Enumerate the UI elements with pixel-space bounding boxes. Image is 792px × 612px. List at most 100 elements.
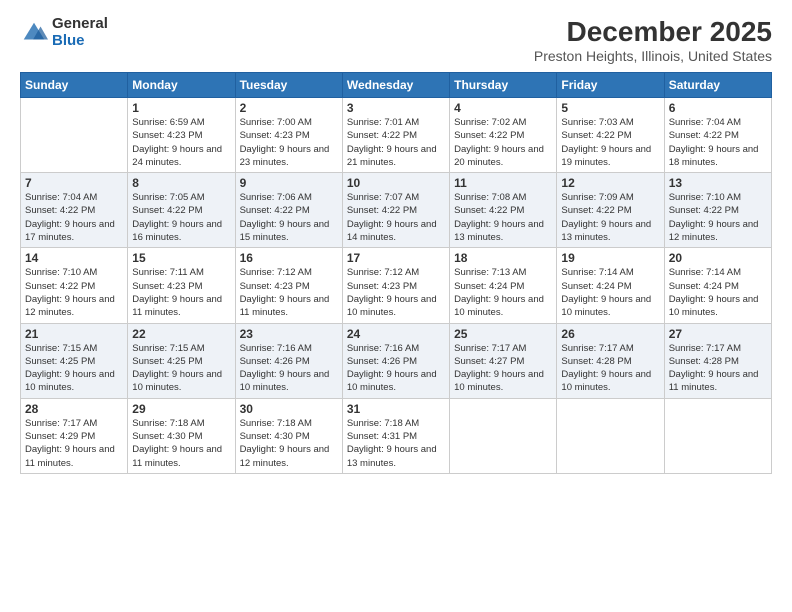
day-number: 26 (561, 327, 659, 341)
col-tuesday: Tuesday (235, 73, 342, 98)
header: General Blue December 2025 Preston Heigh… (20, 16, 772, 64)
table-row: 3Sunrise: 7:01 AMSunset: 4:22 PMDaylight… (342, 98, 449, 173)
col-monday: Monday (128, 73, 235, 98)
day-number: 27 (669, 327, 767, 341)
table-row: 13Sunrise: 7:10 AMSunset: 4:22 PMDayligh… (664, 173, 771, 248)
day-info: Sunrise: 7:18 AMSunset: 4:30 PMDaylight:… (132, 417, 230, 470)
day-number: 14 (25, 251, 123, 265)
day-number: 30 (240, 402, 338, 416)
table-row: 12Sunrise: 7:09 AMSunset: 4:22 PMDayligh… (557, 173, 664, 248)
day-info: Sunrise: 7:12 AMSunset: 4:23 PMDaylight:… (240, 266, 338, 319)
day-info: Sunrise: 7:04 AMSunset: 4:22 PMDaylight:… (25, 191, 123, 244)
logo: General Blue (20, 16, 108, 49)
table-row: 10Sunrise: 7:07 AMSunset: 4:22 PMDayligh… (342, 173, 449, 248)
day-number: 29 (132, 402, 230, 416)
day-number: 12 (561, 176, 659, 190)
table-row: 9Sunrise: 7:06 AMSunset: 4:22 PMDaylight… (235, 173, 342, 248)
table-row: 31Sunrise: 7:18 AMSunset: 4:31 PMDayligh… (342, 398, 449, 473)
day-number: 20 (669, 251, 767, 265)
month-title: December 2025 (534, 16, 772, 48)
table-row: 19Sunrise: 7:14 AMSunset: 4:24 PMDayligh… (557, 248, 664, 323)
table-row (557, 398, 664, 473)
calendar-header-row: Sunday Monday Tuesday Wednesday Thursday… (21, 73, 772, 98)
logo-blue-text: Blue (52, 33, 108, 50)
calendar-week-row: 7Sunrise: 7:04 AMSunset: 4:22 PMDaylight… (21, 173, 772, 248)
table-row: 22Sunrise: 7:15 AMSunset: 4:25 PMDayligh… (128, 323, 235, 398)
col-thursday: Thursday (450, 73, 557, 98)
day-info: Sunrise: 7:18 AMSunset: 4:30 PMDaylight:… (240, 417, 338, 470)
table-row (664, 398, 771, 473)
col-friday: Friday (557, 73, 664, 98)
table-row: 8Sunrise: 7:05 AMSunset: 4:22 PMDaylight… (128, 173, 235, 248)
day-number: 31 (347, 402, 445, 416)
day-info: Sunrise: 7:10 AMSunset: 4:22 PMDaylight:… (669, 191, 767, 244)
day-number: 7 (25, 176, 123, 190)
day-number: 10 (347, 176, 445, 190)
day-number: 21 (25, 327, 123, 341)
table-row: 27Sunrise: 7:17 AMSunset: 4:28 PMDayligh… (664, 323, 771, 398)
logo-icon (20, 19, 48, 47)
table-row: 21Sunrise: 7:15 AMSunset: 4:25 PMDayligh… (21, 323, 128, 398)
table-row: 6Sunrise: 7:04 AMSunset: 4:22 PMDaylight… (664, 98, 771, 173)
day-number: 17 (347, 251, 445, 265)
day-info: Sunrise: 7:09 AMSunset: 4:22 PMDaylight:… (561, 191, 659, 244)
day-info: Sunrise: 7:06 AMSunset: 4:22 PMDaylight:… (240, 191, 338, 244)
title-block: December 2025 Preston Heights, Illinois,… (534, 16, 772, 64)
day-info: Sunrise: 7:04 AMSunset: 4:22 PMDaylight:… (669, 116, 767, 169)
table-row: 18Sunrise: 7:13 AMSunset: 4:24 PMDayligh… (450, 248, 557, 323)
day-number: 23 (240, 327, 338, 341)
day-number: 3 (347, 101, 445, 115)
day-info: Sunrise: 7:17 AMSunset: 4:28 PMDaylight:… (561, 342, 659, 395)
day-info: Sunrise: 7:15 AMSunset: 4:25 PMDaylight:… (25, 342, 123, 395)
day-info: Sunrise: 7:07 AMSunset: 4:22 PMDaylight:… (347, 191, 445, 244)
logo-general-text: General (52, 16, 108, 33)
col-saturday: Saturday (664, 73, 771, 98)
day-info: Sunrise: 7:15 AMSunset: 4:25 PMDaylight:… (132, 342, 230, 395)
day-number: 6 (669, 101, 767, 115)
location: Preston Heights, Illinois, United States (534, 48, 772, 64)
day-number: 16 (240, 251, 338, 265)
calendar-week-row: 28Sunrise: 7:17 AMSunset: 4:29 PMDayligh… (21, 398, 772, 473)
day-number: 22 (132, 327, 230, 341)
day-info: Sunrise: 7:14 AMSunset: 4:24 PMDaylight:… (561, 266, 659, 319)
day-info: Sunrise: 7:17 AMSunset: 4:29 PMDaylight:… (25, 417, 123, 470)
day-number: 9 (240, 176, 338, 190)
day-info: Sunrise: 7:10 AMSunset: 4:22 PMDaylight:… (25, 266, 123, 319)
day-number: 15 (132, 251, 230, 265)
table-row: 20Sunrise: 7:14 AMSunset: 4:24 PMDayligh… (664, 248, 771, 323)
table-row: 15Sunrise: 7:11 AMSunset: 4:23 PMDayligh… (128, 248, 235, 323)
col-sunday: Sunday (21, 73, 128, 98)
day-number: 4 (454, 101, 552, 115)
day-info: Sunrise: 7:12 AMSunset: 4:23 PMDaylight:… (347, 266, 445, 319)
day-number: 18 (454, 251, 552, 265)
table-row: 17Sunrise: 7:12 AMSunset: 4:23 PMDayligh… (342, 248, 449, 323)
day-number: 25 (454, 327, 552, 341)
day-number: 2 (240, 101, 338, 115)
day-info: Sunrise: 7:00 AMSunset: 4:23 PMDaylight:… (240, 116, 338, 169)
day-info: Sunrise: 7:16 AMSunset: 4:26 PMDaylight:… (240, 342, 338, 395)
day-info: Sunrise: 7:17 AMSunset: 4:27 PMDaylight:… (454, 342, 552, 395)
table-row: 29Sunrise: 7:18 AMSunset: 4:30 PMDayligh… (128, 398, 235, 473)
day-info: Sunrise: 7:11 AMSunset: 4:23 PMDaylight:… (132, 266, 230, 319)
table-row: 16Sunrise: 7:12 AMSunset: 4:23 PMDayligh… (235, 248, 342, 323)
day-info: Sunrise: 7:18 AMSunset: 4:31 PMDaylight:… (347, 417, 445, 470)
day-number: 1 (132, 101, 230, 115)
day-info: Sunrise: 7:05 AMSunset: 4:22 PMDaylight:… (132, 191, 230, 244)
table-row: 28Sunrise: 7:17 AMSunset: 4:29 PMDayligh… (21, 398, 128, 473)
table-row: 7Sunrise: 7:04 AMSunset: 4:22 PMDaylight… (21, 173, 128, 248)
table-row: 1Sunrise: 6:59 AMSunset: 4:23 PMDaylight… (128, 98, 235, 173)
table-row: 14Sunrise: 7:10 AMSunset: 4:22 PMDayligh… (21, 248, 128, 323)
table-row: 25Sunrise: 7:17 AMSunset: 4:27 PMDayligh… (450, 323, 557, 398)
table-row (450, 398, 557, 473)
day-info: Sunrise: 7:14 AMSunset: 4:24 PMDaylight:… (669, 266, 767, 319)
table-row: 30Sunrise: 7:18 AMSunset: 4:30 PMDayligh… (235, 398, 342, 473)
day-number: 28 (25, 402, 123, 416)
day-info: Sunrise: 7:17 AMSunset: 4:28 PMDaylight:… (669, 342, 767, 395)
day-number: 8 (132, 176, 230, 190)
table-row: 11Sunrise: 7:08 AMSunset: 4:22 PMDayligh… (450, 173, 557, 248)
table-row: 2Sunrise: 7:00 AMSunset: 4:23 PMDaylight… (235, 98, 342, 173)
day-number: 19 (561, 251, 659, 265)
calendar-table: Sunday Monday Tuesday Wednesday Thursday… (20, 72, 772, 474)
day-info: Sunrise: 7:01 AMSunset: 4:22 PMDaylight:… (347, 116, 445, 169)
day-info: Sunrise: 7:03 AMSunset: 4:22 PMDaylight:… (561, 116, 659, 169)
